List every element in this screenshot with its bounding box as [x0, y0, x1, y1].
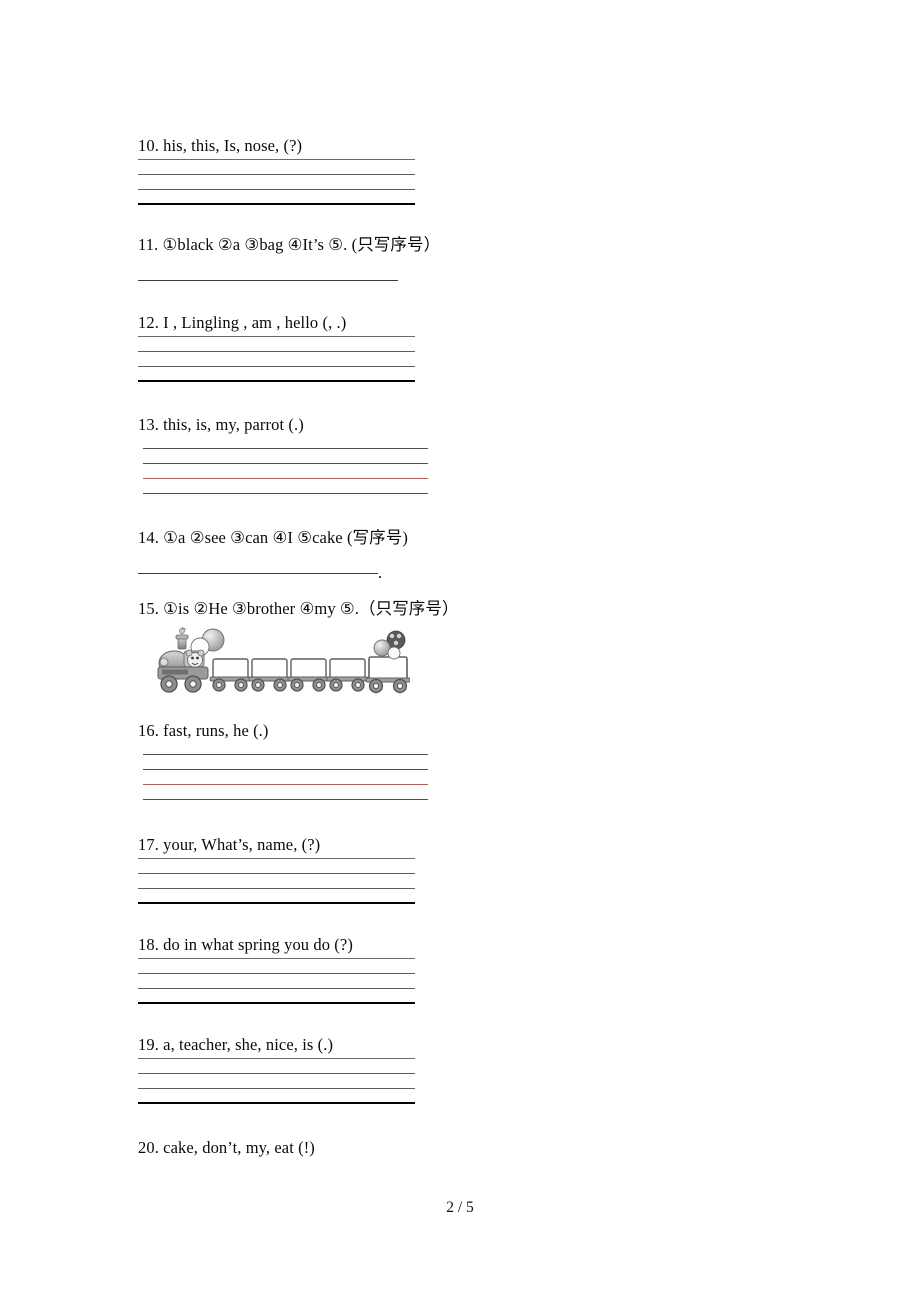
rule-line: [138, 988, 415, 989]
rule-line: [138, 1058, 415, 1059]
boxcar-2: [248, 658, 291, 692]
rule-line: [138, 902, 415, 904]
rule-line: [138, 174, 415, 175]
rule-line: [138, 189, 415, 190]
answer-blank-11[interactable]: [138, 280, 778, 281]
rule-line-red: [143, 784, 428, 785]
rule-line: [138, 336, 415, 337]
rule-line: [138, 958, 415, 959]
answer-lines-17[interactable]: [138, 858, 778, 904]
rule-line: [138, 203, 415, 205]
question-text-12: 12. I , Lingling , am , hello (, .): [138, 313, 347, 332]
question-text-20: 20. cake, don’t, my, eat (!): [138, 1138, 315, 1157]
answer-lines-13[interactable]: [143, 448, 778, 494]
question-block-19: 19. a, teacher, she, nice, is (.): [138, 1035, 778, 1104]
rule-line: [138, 1002, 415, 1004]
answer-blank-14[interactable]: .: [138, 564, 778, 581]
question-text-15: 15. ①is ②He ③brother ④my ⑤.（只写序号）: [138, 599, 459, 618]
blank-line: [138, 280, 398, 281]
question-block-16: 16. fast, runs, he (.): [138, 721, 778, 800]
answer-lines-18[interactable]: [138, 958, 778, 1004]
rule-line: [138, 1073, 415, 1074]
worksheet-page: 10. his, this, Is, nose, (?) 11. ①black …: [0, 0, 920, 1302]
rule-line: [143, 448, 428, 449]
question-block-14: 14. ①a ②see ③can ④I ⑤cake (写序号) .: [138, 528, 778, 581]
rule-line: [138, 159, 415, 160]
rule-line: [143, 493, 428, 494]
question-block-20: 20. cake, don’t, my, eat (!): [138, 1138, 778, 1158]
rule-line: [143, 769, 428, 770]
locomotive: [157, 627, 209, 693]
answer-lines-12[interactable]: [138, 336, 778, 382]
boxcar-4: [326, 658, 369, 692]
question-text-17: 17. your, What’s, name, (?): [138, 835, 321, 854]
question-text-16: 16. fast, runs, he (.): [138, 721, 269, 740]
question-block-10: 10. his, this, Is, nose, (?): [138, 136, 778, 205]
balloon-cluster-right: [373, 630, 406, 660]
question-text-18: 18. do in what spring you do (?): [138, 935, 353, 954]
train-illustration: [148, 627, 410, 699]
rule-line: [138, 366, 415, 367]
rule-line: [138, 380, 415, 382]
rule-line: [138, 888, 415, 889]
question-text-13: 13. this, is, my, parrot (.): [138, 415, 304, 434]
question-block-18: 18. do in what spring you do (?): [138, 935, 778, 1004]
question-text-19: 19. a, teacher, she, nice, is (.): [138, 1035, 334, 1054]
rule-line-red: [143, 478, 428, 479]
boxcar-1: [209, 658, 252, 692]
rule-line: [138, 858, 415, 859]
answer-lines-16[interactable]: [143, 754, 778, 800]
question-block-17: 17. your, What’s, name, (?): [138, 835, 778, 904]
question-text-11: 11. ①black ②a ③bag ④It’s ⑤. (只写序号）: [138, 235, 441, 254]
question-block-12: 12. I , Lingling , am , hello (, .): [138, 313, 778, 382]
rule-line: [143, 754, 428, 755]
blank-line: [138, 573, 378, 574]
question-block-13: 13. this, is, my, parrot (.): [138, 415, 778, 494]
rule-line: [143, 463, 428, 464]
boxcar-5: [365, 656, 410, 694]
rule-line: [138, 1102, 415, 1104]
answer-lines-10[interactable]: [138, 159, 778, 205]
question-text-10: 10. his, this, Is, nose, (?): [138, 136, 303, 155]
question-text-14: 14. ①a ②see ③can ④I ⑤cake (写序号): [138, 528, 408, 547]
rule-line: [138, 351, 415, 352]
question-list: 10. his, this, Is, nose, (?) 11. ①black …: [138, 136, 778, 1158]
page-number: 2 / 5: [446, 1199, 474, 1216]
rule-line: [143, 799, 428, 800]
answer-lines-19[interactable]: [138, 1058, 778, 1104]
boxcar-3: [287, 658, 330, 692]
question-block-15: 15. ①is ②He ③brother ④my ⑤.（只写序号）: [138, 599, 778, 699]
rule-line: [138, 1088, 415, 1089]
rule-line: [138, 873, 415, 874]
rule-line: [138, 973, 415, 974]
page-footer: 2 / 5: [0, 1199, 920, 1217]
question-block-11: 11. ①black ②a ③bag ④It’s ⑤. (只写序号）: [138, 235, 778, 281]
